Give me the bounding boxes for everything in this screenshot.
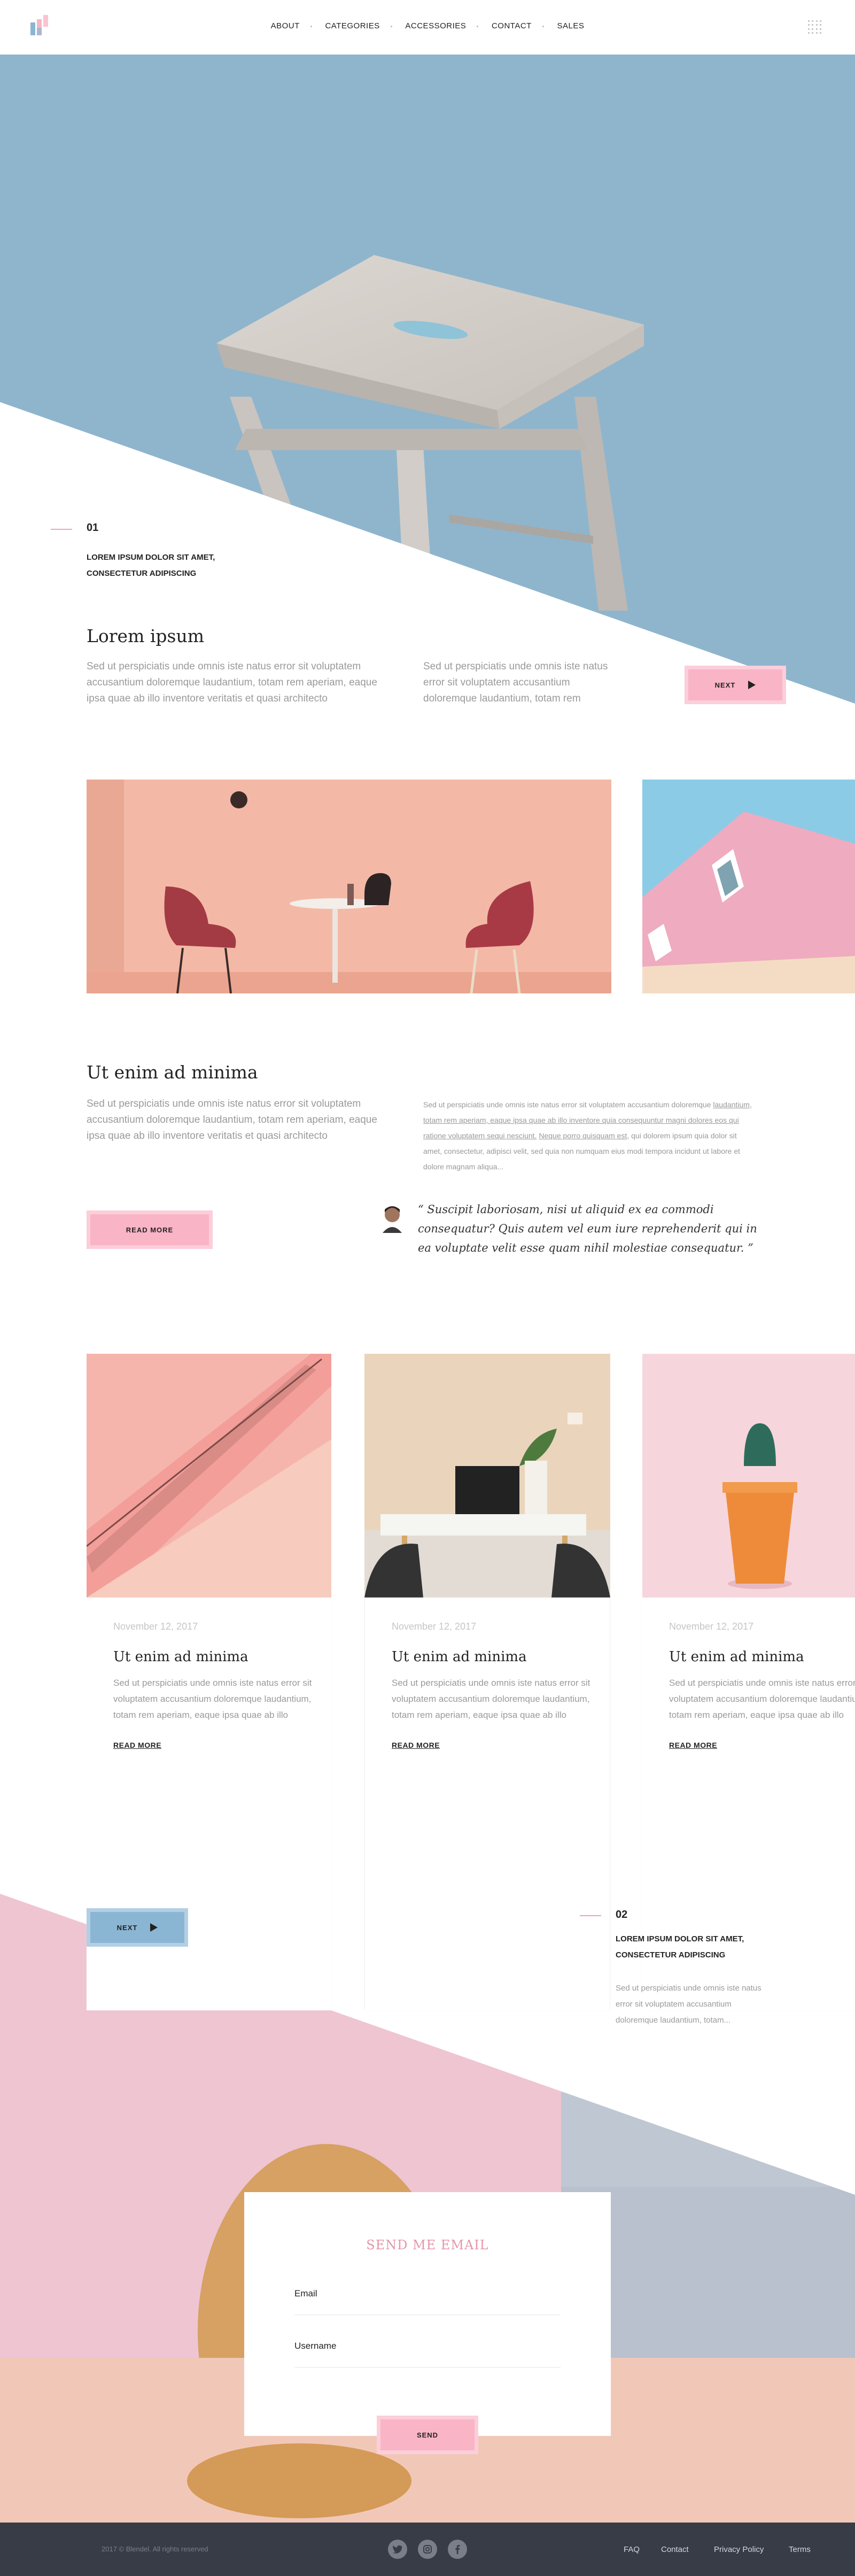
footer-link-privacy[interactable]: Privacy Policy <box>714 2545 764 2554</box>
section2-title: Ut enim ad minima <box>87 1062 258 1083</box>
card-read-more-link[interactable]: READ MORE <box>669 1741 717 1749</box>
section3-subtitle: LOREM IPSUM DOLOR SIT AMET, CONSECTETUR … <box>616 1931 744 1963</box>
avatar <box>383 1206 402 1233</box>
nav-separator <box>542 25 544 27</box>
copyright-text: 2017 © Blendel. All rights reserved <box>102 2545 208 2553</box>
nav-accessories[interactable]: ACCESSORIES <box>405 21 466 30</box>
email-form: SEND ME EMAIL Email Username <box>244 2192 611 2436</box>
username-field[interactable]: Username <box>294 2341 561 2367</box>
send-button[interactable]: SEND <box>377 2416 478 2454</box>
blog-card: November 12, 2017 Ut enim ad minima Sed … <box>87 1598 331 2010</box>
card-text: Sed ut perspiciatis unde omnis iste natu… <box>669 1675 855 1723</box>
cactus-image <box>642 1354 855 1598</box>
staircase-image <box>87 1354 331 1598</box>
hero-subtitle: LOREM IPSUM DOLOR SIT AMET, CONSECTETUR … <box>87 550 215 582</box>
card-date: November 12, 2017 <box>113 1621 198 1632</box>
read-more-button[interactable]: READ MORE <box>87 1210 213 1249</box>
email-label: Email <box>294 2288 317 2299</box>
nav-sales[interactable]: SALES <box>557 21 585 30</box>
card-read-more-link[interactable]: READ MORE <box>113 1741 161 1749</box>
card-text-inner: Sed ut perspiciatis unde omnis iste natu… <box>669 1678 855 1720</box>
pink-dash <box>580 1915 601 1916</box>
card-date: November 12, 2017 <box>669 1621 754 1632</box>
grid-menu-icon[interactable] <box>808 20 822 34</box>
card-date: November 12, 2017 <box>392 1621 477 1632</box>
right-text: Sed ut perspiciatis unde omnis iste natu… <box>423 1100 711 1109</box>
section3-subtitle-line: LOREM IPSUM DOLOR SIT AMET, <box>616 1934 744 1943</box>
next-button[interactable]: NEXT <box>87 1908 188 1947</box>
nav-categories[interactable]: CATEGORIES <box>325 21 379 30</box>
play-icon <box>748 681 756 689</box>
section-number: 01 <box>87 522 99 534</box>
card-text: Sed ut perspiciatis unde omnis iste natu… <box>113 1678 312 1720</box>
card-text: Sed ut perspiciatis unde omnis iste natu… <box>392 1678 590 1720</box>
username-label: Username <box>294 2341 337 2351</box>
next-button[interactable]: NEXT <box>685 666 786 704</box>
hero-title: Lorem ipsum <box>87 626 205 646</box>
hero-subtitle-line: CONSECTETUR ADIPISCING <box>87 569 197 578</box>
text-link[interactable]: Neque porro quisquam est, <box>539 1131 629 1140</box>
site-footer: 2017 © Blendel. All rights reserved FAQ … <box>0 2523 855 2576</box>
card-title[interactable]: Ut enim ad minima <box>669 1649 804 1665</box>
site-header: ABOUT CATEGORIES ACCESSORIES CONTACT SAL… <box>0 0 855 55</box>
section-number: 02 <box>616 1909 628 1921</box>
footer-link-faq[interactable]: FAQ <box>624 2545 640 2554</box>
footer-link-contact[interactable]: Contact <box>661 2545 689 2554</box>
section2-text: Sed ut perspiciatis unde omnis iste natu… <box>87 1098 377 1142</box>
hero-subtitle-line: LOREM IPSUM DOLOR SIT AMET, <box>87 553 215 562</box>
footer-link-terms[interactable]: Terms <box>789 2545 811 2554</box>
next-button-label: NEXT <box>116 1923 138 1932</box>
pink-dash <box>51 529 72 530</box>
desk-image <box>364 1354 610 1598</box>
dining-room-image <box>87 780 611 993</box>
section2-right-text: Sed ut perspiciatis unde omnis iste natu… <box>423 1097 757 1175</box>
card-title[interactable]: Ut enim ad minima <box>392 1649 527 1665</box>
hero-image <box>0 55 855 704</box>
twitter-icon[interactable] <box>388 2540 407 2559</box>
nav-about[interactable]: ABOUT <box>271 21 300 30</box>
card-read-more-link[interactable]: READ MORE <box>392 1741 440 1749</box>
play-icon <box>150 1923 158 1932</box>
instagram-icon[interactable] <box>418 2540 437 2559</box>
quote-text: “ Suscipit laboriosam, nisi ut aliquid e… <box>418 1203 757 1254</box>
facebook-icon[interactable] <box>448 2540 467 2559</box>
hero-text-right: Sed ut perspiciatis unde omnis iste natu… <box>423 661 608 704</box>
nav-separator <box>310 25 312 27</box>
section3-subtitle-line: CONSECTETUR ADIPISCING <box>616 1950 726 1960</box>
pink-building-image <box>642 780 855 993</box>
nav-contact[interactable]: CONTACT <box>492 21 532 30</box>
section3-text: Sed ut perspiciatis unde omnis iste natu… <box>616 1984 761 2025</box>
next-button-label: NEXT <box>714 681 736 689</box>
hero-text-left: Sed ut perspiciatis unde omnis iste natu… <box>87 661 377 704</box>
main-nav: ABOUT CATEGORIES ACCESSORIES CONTACT SAL… <box>0 21 855 30</box>
card-title[interactable]: Ut enim ad minima <box>113 1649 248 1665</box>
nav-separator <box>390 25 392 27</box>
email-field[interactable]: Email <box>294 2288 561 2315</box>
nav-separator <box>477 25 479 27</box>
blog-card: November 12, 2017 Ut enim ad minima Sed … <box>364 1598 610 2010</box>
form-title: SEND ME EMAIL <box>366 2238 489 2253</box>
